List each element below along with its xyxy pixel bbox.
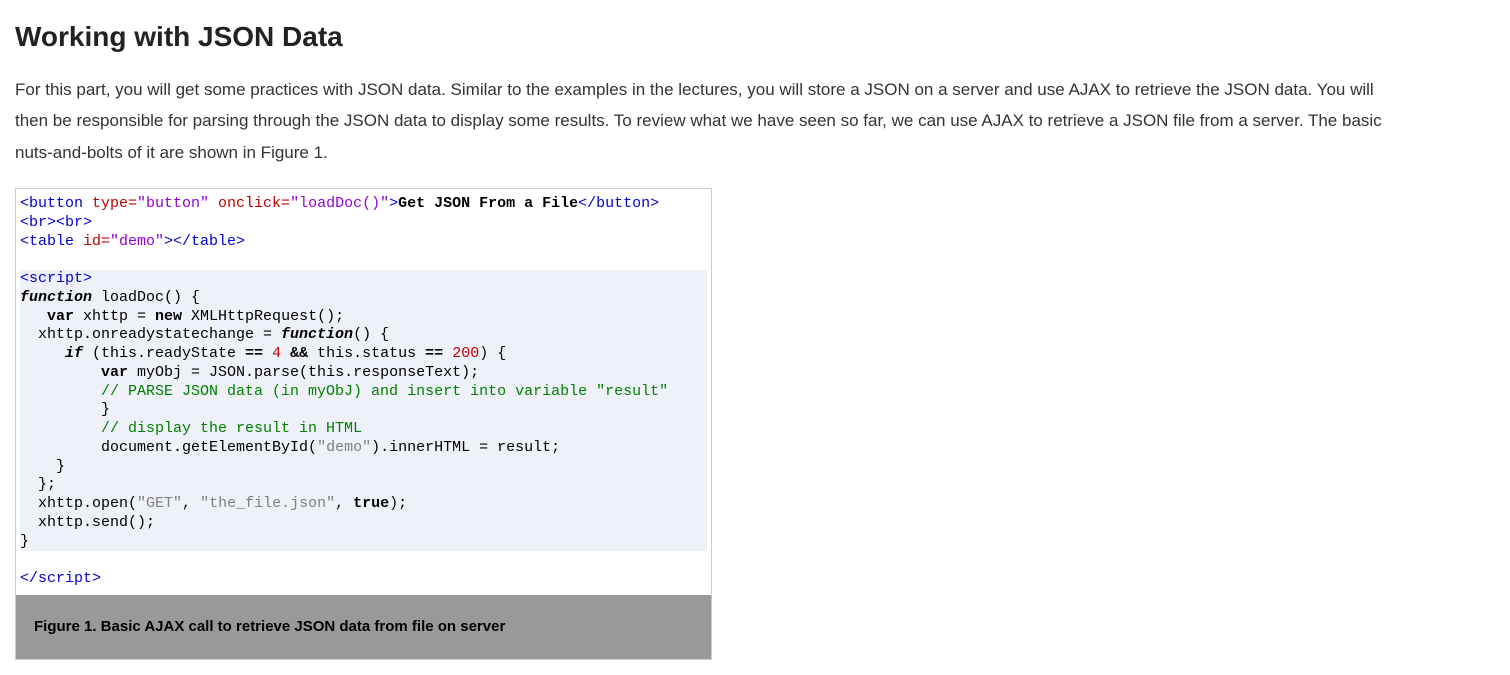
code-token: };	[20, 476, 56, 493]
code-token: true	[353, 495, 389, 512]
code-token: ).innerHTML = result;	[371, 439, 560, 456]
code-token: ==	[245, 345, 263, 362]
code-token: function	[20, 289, 92, 306]
code-token: document.getElementById(	[20, 439, 317, 456]
code-token: var	[20, 308, 74, 325]
code-token: "GET"	[137, 495, 182, 512]
code-token: <table	[20, 233, 74, 250]
code-token: "the_file.json"	[200, 495, 335, 512]
code-token: ></table>	[164, 233, 245, 250]
page-heading: Working with JSON Data	[15, 15, 1495, 60]
figure-caption: Figure 1. Basic AJAX call to retrieve JS…	[16, 595, 711, 659]
code-token: }	[20, 533, 29, 550]
code-token: // PARSE JSON data (in myObJ) and insert…	[20, 383, 668, 400]
code-token: );	[389, 495, 407, 512]
code-token: xhttp =	[74, 308, 155, 325]
code-token: ,	[182, 495, 200, 512]
code-token	[281, 345, 290, 362]
code-token: <br><br>	[20, 214, 92, 231]
code-token: XMLHttpRequest();	[182, 308, 344, 325]
code-token: "loadDoc()"	[290, 195, 389, 212]
code-token: &&	[290, 345, 308, 362]
code-token: xhttp.onreadystatechange =	[20, 326, 281, 343]
code-token: // display the result in HTML	[20, 420, 362, 437]
code-token: loadDoc() {	[92, 289, 200, 306]
code-token: () {	[353, 326, 389, 343]
code-token: if	[20, 345, 83, 362]
code-token: <script>	[20, 270, 92, 287]
code-token: xhttp.send();	[20, 514, 155, 531]
code-token: this.status	[308, 345, 425, 362]
code-token: <button	[20, 195, 83, 212]
code-token: xhttp.open(	[20, 495, 137, 512]
code-token: >	[389, 195, 398, 212]
code-token: }	[20, 401, 110, 418]
code-token: (this.readyState	[83, 345, 245, 362]
code-token: new	[155, 308, 182, 325]
figure-1: <button type="button" onclick="loadDoc()…	[15, 188, 712, 660]
code-token: function	[281, 326, 353, 343]
code-token: }	[20, 458, 65, 475]
code-token: Get JSON From a File	[398, 195, 578, 212]
code-token: myObj = JSON.parse(this.responseText);	[128, 364, 479, 381]
code-token: "demo"	[110, 233, 164, 250]
code-token: ,	[335, 495, 353, 512]
code-token: id=	[74, 233, 110, 250]
code-token: </script>	[20, 570, 101, 587]
code-token: var	[20, 364, 128, 381]
intro-paragraph: For this part, you will get some practic…	[15, 74, 1395, 168]
code-token: </button>	[578, 195, 659, 212]
code-token: onclick=	[209, 195, 290, 212]
code-token: type=	[83, 195, 137, 212]
code-block: <button type="button" onclick="loadDoc()…	[16, 189, 711, 595]
code-token: 4	[272, 345, 281, 362]
code-token	[263, 345, 272, 362]
code-token: 200	[452, 345, 479, 362]
code-token: "demo"	[317, 439, 371, 456]
code-token: ) {	[479, 345, 506, 362]
code-token: "button"	[137, 195, 209, 212]
code-token	[443, 345, 452, 362]
code-token: ==	[425, 345, 443, 362]
